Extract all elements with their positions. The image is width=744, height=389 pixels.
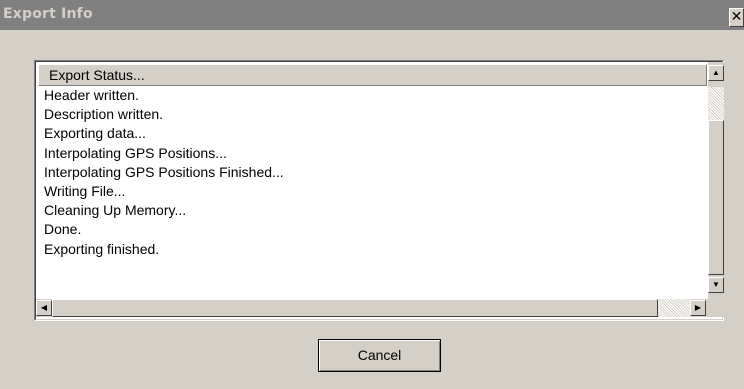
status-rows: Header written. Description written. Exp… [44, 86, 704, 259]
list-header[interactable]: Export Status... [38, 64, 707, 86]
vertical-scrollbar[interactable]: ▲ ▼ [708, 62, 724, 299]
vertical-scroll-track[interactable] [708, 87, 724, 120]
list-item[interactable]: Interpolating GPS Positions Finished... [44, 163, 704, 182]
list-item[interactable]: Interpolating GPS Positions... [44, 144, 704, 163]
arrow-up-icon: ▲ [712, 68, 720, 77]
list-item[interactable]: Done. [44, 220, 704, 239]
scroll-up-button[interactable]: ▲ [708, 65, 724, 81]
horizontal-scroll-track[interactable] [658, 299, 690, 317]
list-item[interactable]: Header written. [44, 86, 704, 105]
scroll-right-button[interactable]: ▶ [690, 300, 706, 316]
scrollbar-corner [708, 299, 724, 317]
export-status-list[interactable]: Export Status... Header written. Descrip… [34, 60, 724, 321]
scroll-down-button[interactable]: ▼ [708, 277, 724, 293]
list-item[interactable]: Description written. [44, 105, 704, 124]
horizontal-scrollbar[interactable]: ◀ ▶ [36, 299, 708, 317]
vertical-scroll-thumb[interactable] [708, 120, 724, 275]
scroll-left-button[interactable]: ◀ [36, 300, 52, 316]
list-item[interactable]: Cleaning Up Memory... [44, 201, 704, 220]
list-item[interactable]: Writing File... [44, 182, 704, 201]
arrow-down-icon: ▼ [712, 280, 720, 289]
title-bar[interactable]: Export Info ✕ [0, 0, 744, 30]
list-item[interactable]: Exporting finished. [44, 240, 704, 259]
window-title: Export Info [3, 6, 93, 22]
cancel-button[interactable]: Cancel [318, 339, 441, 372]
list-item[interactable]: Exporting data... [44, 124, 704, 143]
horizontal-scroll-thumb[interactable] [52, 299, 658, 317]
arrow-left-icon: ◀ [40, 303, 48, 312]
arrow-right-icon: ▶ [694, 303, 702, 312]
export-info-dialog: Export Info ✕ Export Status... Header wr… [0, 0, 744, 389]
close-button[interactable]: ✕ [729, 8, 744, 27]
